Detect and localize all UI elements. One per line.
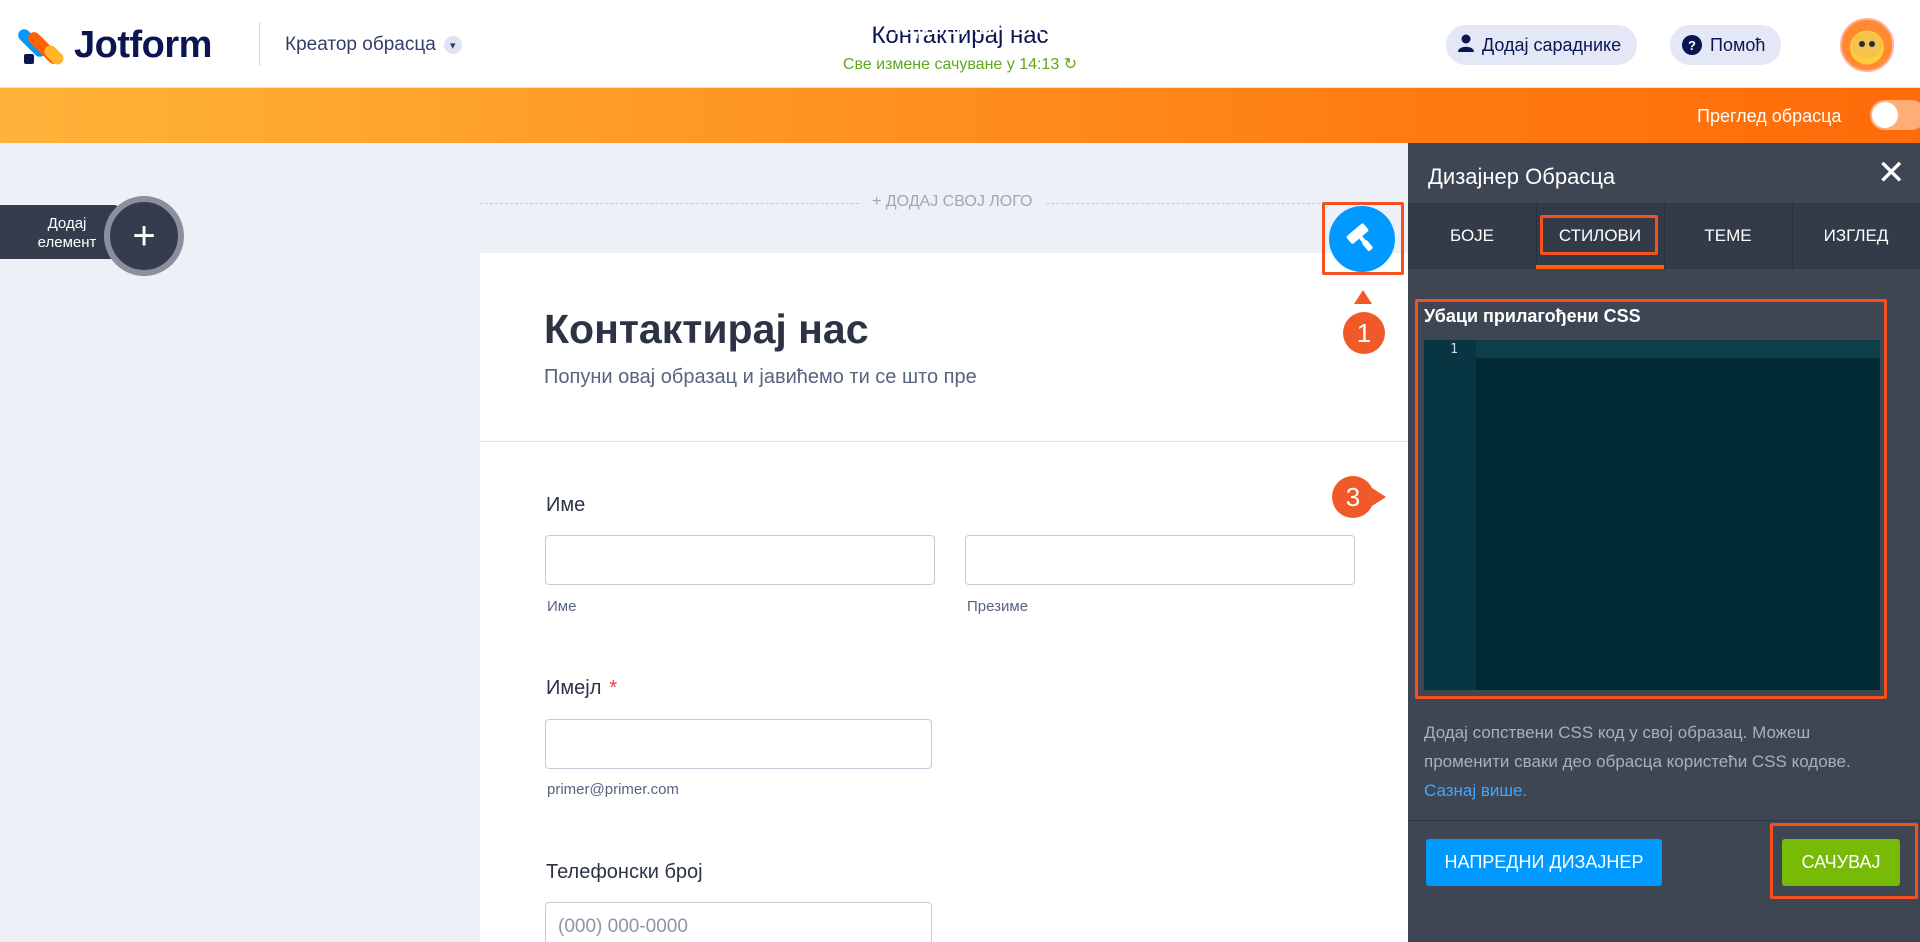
add-collaborators-label: Додај сараднике (1482, 34, 1622, 55)
step-2-highlight (1540, 215, 1658, 255)
phone-placeholder: (000) 000-0000 (558, 916, 688, 937)
phone-field-label: Телефонски број (546, 861, 703, 883)
help-icon: ? (1682, 35, 1702, 55)
form-card (480, 253, 1408, 942)
save-status: Све измене сачуване у 14:13 ↻ (760, 54, 1160, 74)
form-creator-label: Креатор обрасца (285, 34, 436, 55)
jotform-logo[interactable]: Jotform (15, 24, 212, 67)
refresh-icon: ↻ (1063, 56, 1078, 73)
form-designer-title: Дизајнер Обрасца (1428, 164, 1616, 189)
form-preview-toggle[interactable] (1870, 100, 1920, 130)
user-icon (1458, 34, 1474, 57)
add-collaborators-button[interactable]: Додај сараднике (1446, 25, 1638, 65)
logo-text: Jotform (74, 24, 212, 66)
help-button[interactable]: ? Помоћ (1670, 25, 1782, 65)
add-element-label: Додај елемент (37, 215, 97, 251)
step-1-badge: 1 (1343, 312, 1385, 354)
builder-navbar (0, 88, 1920, 143)
email-field-label: Имејл * (546, 677, 617, 700)
save-button[interactable]: САЧУВАЈ (1782, 839, 1900, 886)
chevron-down-icon: ▾ (443, 36, 462, 54)
form-heading[interactable]: Контактирај нас (544, 306, 869, 353)
close-icon[interactable]: ✕ (1877, 156, 1906, 190)
name-field-label: Име (546, 494, 586, 516)
save-status-text: Све измене сачуване у 14:13 (842, 56, 1060, 73)
paint-roller-icon (1346, 223, 1373, 251)
step-3-highlight (1415, 299, 1887, 699)
step-1-pointer (1354, 290, 1372, 304)
description-text: Додај сопствени CSS код у свој образац. … (1424, 723, 1851, 771)
user-avatar[interactable] (1840, 18, 1894, 72)
step-3-badge: 3 (1332, 476, 1374, 518)
form-preview-label: Преглед обрасца (1697, 106, 1842, 126)
learn-more-link[interactable]: Сазнај више. (1424, 781, 1527, 800)
tab-settings[interactable]: ПОДЕШАВАЊА (868, 0, 1058, 55)
jotform-logo-icon (15, 26, 67, 67)
add-logo-link[interactable]: + ДОДАЈ СВОЈ ЛОГО (860, 193, 1045, 211)
avatar-face-icon (1852, 32, 1882, 58)
email-sublabel: primer@primer.com (547, 781, 679, 798)
plus-icon[interactable]: + (104, 196, 184, 276)
custom-css-description: Додај сопствени CSS код у свој образац. … (1424, 718, 1894, 805)
help-label: Помоћ (1710, 34, 1766, 55)
advanced-designer-button[interactable]: НАПРЕДНИ ДИЗАЈНЕР (1426, 839, 1662, 886)
form-subheading[interactable]: Попуни овај образац и јавићемо ти се што… (544, 366, 977, 389)
first-name-sublabel: Име (547, 598, 577, 615)
panel-footer-divider (1408, 820, 1920, 821)
step-3-pointer (1372, 488, 1386, 506)
active-tab-indicator (1536, 265, 1664, 269)
tab-publish[interactable]: ОБЈАВИ (1090, 0, 1215, 55)
toggle-knob (1872, 102, 1898, 128)
form-designer-button[interactable] (1329, 206, 1395, 272)
form-divider (480, 441, 1408, 442)
form-creator-dropdown[interactable]: Креатор обрасца ▾ (285, 34, 462, 56)
last-name-sublabel: Презиме (967, 598, 1029, 615)
last-name-input[interactable] (965, 535, 1355, 585)
phone-input[interactable]: (000) 000-0000 (545, 902, 932, 942)
required-mark: * (609, 677, 618, 699)
first-name-input[interactable] (545, 535, 935, 585)
tab-colors[interactable]: БОЈЕ (1408, 203, 1536, 269)
email-label-text: Имејл (546, 677, 602, 699)
tab-layout[interactable]: ИЗГЛЕД (1792, 203, 1920, 269)
tab-create[interactable]: КРЕИРАЈ (693, 0, 850, 55)
email-input[interactable] (545, 719, 932, 769)
header-divider (259, 22, 260, 66)
tab-themes[interactable]: ТЕМЕ (1664, 203, 1792, 269)
